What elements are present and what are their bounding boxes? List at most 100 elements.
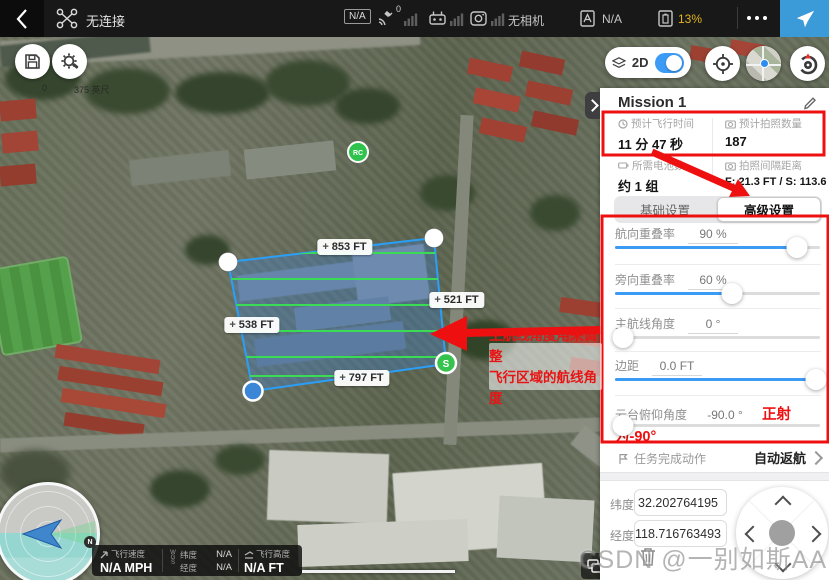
map-mode-switch[interactable]: 2D [605,47,691,78]
slider-course-overlap: 航向重叠率90 % [615,225,822,265]
flight-mode-value: N/A [602,12,622,26]
camera-status-icon [469,9,488,28]
drone-icon [56,8,78,29]
vertex-handle[interactable] [425,229,444,248]
tab-basic-settings[interactable]: 基础设置 [614,196,716,223]
slider-course-angle: 主航线角度0 ° [615,315,822,355]
longitude-input[interactable]: 118.716763493 [634,520,727,547]
slider-side-overlap: 旁向重叠率60 % [615,271,822,311]
course-angle-input[interactable]: 0 ° [688,317,738,334]
edge-length-label-right[interactable]: +521 FT [429,292,484,308]
panel-collapse-button[interactable] [585,92,600,119]
nudge-right-button[interactable] [805,526,822,543]
flag-icon [618,453,629,465]
nudge-center-button[interactable] [769,520,795,546]
save-icon [23,52,42,71]
attitude-compass [0,482,100,580]
map-mode-label: 2D [632,55,649,70]
finish-action-row[interactable]: 任务完成动作 [618,450,706,467]
edit-pencil-icon[interactable] [803,96,817,110]
gimbal-pitch-input[interactable]: -90.0 ° [700,408,750,425]
slider-handle[interactable] [613,327,634,348]
status-bar: 无连接 N/A 0 无相机 [0,0,829,37]
minimap-location-dot [760,59,769,68]
vertex-handle-selected[interactable] [244,382,263,401]
edge-length-label-left[interactable]: +538 FT [224,317,279,333]
position-nudge-pad [736,487,828,579]
signal-bars-icon [450,12,464,26]
delete-trash-icon[interactable] [638,546,658,568]
chevron-right-icon [586,99,599,112]
slider-track[interactable] [615,292,820,295]
gear-wrench-icon [60,52,80,72]
margin-input[interactable]: 0.0 FT [652,359,702,376]
telemetry-bar: 飞行速度 N/A MPH WGS 纬度 N/A 经度 N/A 飞行高度 N/A … [92,545,302,576]
locate-button[interactable] [705,46,740,81]
lng-value: N/A [202,562,232,573]
lat-value: N/A [202,549,232,560]
chevron-right-icon [809,450,823,464]
camera-icon [725,161,736,171]
tab-advanced-settings[interactable]: 高级设置 [717,197,821,222]
svg-text:S: S [443,359,450,370]
edge-length-label-bottom[interactable]: +797 FT [334,370,389,386]
nudge-up-button[interactable] [775,496,792,513]
signal-bars-icon [404,12,418,26]
rc-location-marker: RC [348,142,368,162]
map-mode-toggle[interactable] [655,53,685,73]
minimap-button[interactable] [746,46,781,81]
speed-icon [100,550,109,559]
takeoff-button[interactable] [780,0,829,37]
clock-icon [618,119,628,129]
nudge-left-button[interactable] [745,526,762,543]
slider-track[interactable] [615,336,820,339]
remote-controller-icon [428,9,447,28]
lng-label: 经度 [180,562,197,574]
finish-action-value[interactable]: 自动返航 [754,448,821,467]
move-icon: + [434,294,440,306]
stat-battery-count: 所需电池数 约 1 组 [618,158,722,195]
slider-handle[interactable] [613,415,634,436]
more-menu-button[interactable] [747,16,767,20]
back-chevron-icon [15,8,29,30]
airplane-icon [794,8,816,30]
latitude-input[interactable]: 32.202764195 [634,489,727,516]
save-mission-button[interactable] [15,44,50,79]
slider-track[interactable] [615,378,820,381]
map-scale-bar [302,570,455,573]
back-button[interactable] [0,0,44,37]
stat-photo-count: 预计拍照数量 187 [725,116,829,149]
compass-north-badge: N [84,536,96,548]
move-icon: + [322,241,328,253]
satellite-icon [377,10,394,26]
move-icon: + [229,319,235,331]
slider-handle[interactable] [721,283,742,304]
vertex-handle[interactable] [219,253,238,272]
latitude-label: 纬度 [610,496,634,513]
edge-length-label-top[interactable]: +853 FT [317,239,372,255]
slider-handle[interactable] [805,369,826,390]
battery-icon [618,161,629,170]
lat-label: 纬度 [180,549,197,561]
camera-status-label: 无相机 [508,12,544,29]
gps-mode-badge: N/A [344,9,371,24]
settings-button[interactable] [52,44,87,79]
flight-area-polygon[interactable] [228,238,446,391]
slider-handle[interactable] [787,237,808,258]
slider-track[interactable] [615,246,820,249]
telemetry-speed: 飞行速度 N/A MPH [100,548,152,575]
slider-margin: 边距0.0 FT [615,357,822,397]
course-overlap-input[interactable]: 90 % [688,227,738,244]
nudge-down-button[interactable] [775,556,792,573]
camera-icon [725,119,736,129]
slider-gimbal-pitch: 云台俯仰角度-90.0 °正射为-90° [615,403,822,443]
compass-reset-button[interactable] [790,46,825,81]
slider-track[interactable] [615,424,820,427]
start-point-marker[interactable]: S [436,353,456,373]
compass-icon [796,52,820,76]
svg-text:RC: RC [353,150,363,157]
mission-title: Mission 1 [618,94,686,111]
move-icon: + [339,372,345,384]
map-layers-icon [612,56,626,70]
longitude-label: 经度 [610,527,634,544]
